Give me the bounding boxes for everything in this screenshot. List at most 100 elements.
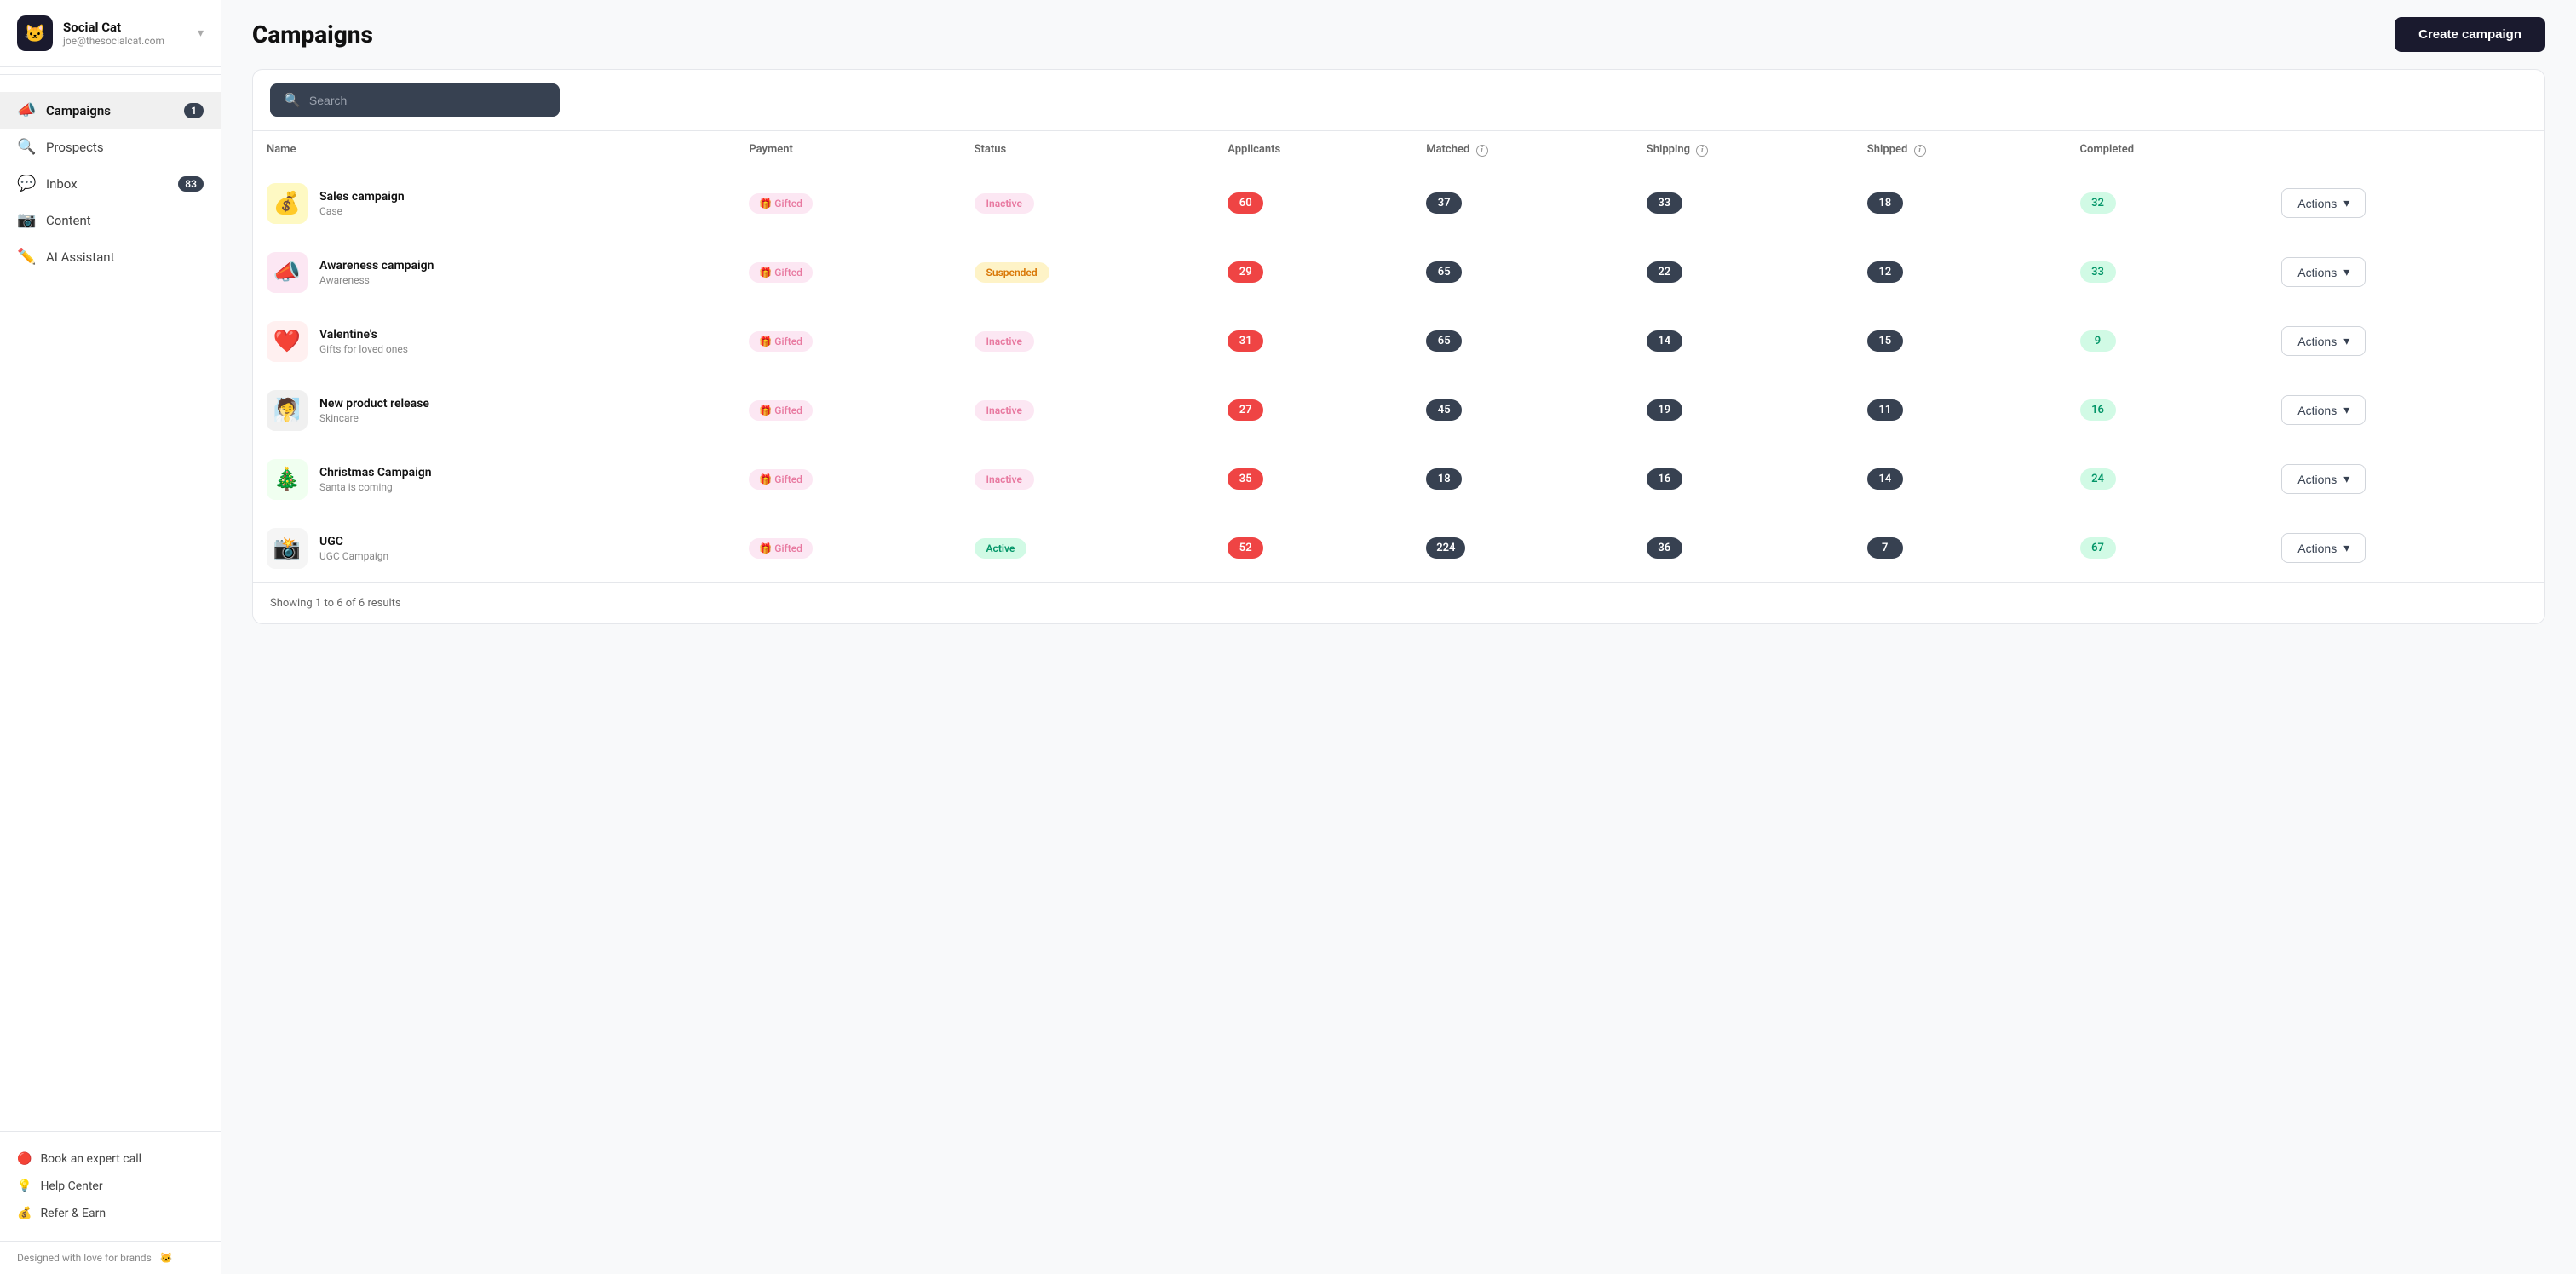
actions-button-4[interactable]: Actions ▾: [2281, 395, 2366, 425]
table-header-row: Name Payment Status Applicants Matched: [253, 131, 2544, 169]
campaign-completed-6: 67: [2067, 514, 2268, 582]
sidebar-bottom: 🔴 Book an expert call 💡 Help Center 💰 Re…: [0, 1131, 221, 1241]
shipped-info-icon: i: [1914, 145, 1926, 157]
sidebar-item-campaigns[interactable]: 📣 Campaigns 1: [0, 92, 221, 129]
gifted-badge-3: 🎁 Gifted: [749, 331, 813, 352]
footer-cat-icon: 🐱: [160, 1252, 173, 1264]
table-row: 💰 Sales campaign Case 🎁 Gifted Inactive …: [253, 169, 2544, 238]
campaign-matched-5: 18: [1412, 445, 1633, 514]
main-content: Campaigns Create campaign 🔍 Name: [221, 0, 2576, 1274]
ai-assistant-icon: ✏️: [17, 248, 36, 266]
sidebar: 🐱 Social Cat joe@thesocialcat.com ▾ 📣 Ca…: [0, 0, 221, 1274]
chevron-down-icon: ▾: [198, 26, 204, 40]
campaign-shipped-4: 11: [1854, 376, 2067, 445]
prospects-icon: 🔍: [17, 138, 36, 156]
actions-chevron-icon-4: ▾: [2343, 403, 2349, 417]
campaign-shipping-3: 14: [1633, 307, 1854, 376]
campaign-shipped-6: 7: [1854, 514, 2067, 582]
user-email: joe@thesocialcat.com: [63, 35, 187, 47]
col-shipped: Shipped i: [1854, 131, 2067, 169]
campaign-status-1: Inactive: [961, 169, 1215, 238]
campaign-subtitle-1: Case: [319, 205, 405, 217]
campaign-title-2: Awareness campaign: [319, 259, 434, 273]
sidebar-item-ai-assistant[interactable]: ✏️ AI Assistant: [0, 238, 221, 275]
gifted-badge-6: 🎁 Gifted: [749, 538, 813, 559]
sidebar-header[interactable]: 🐱 Social Cat joe@thesocialcat.com ▾: [0, 0, 221, 67]
col-status: Status: [961, 131, 1215, 169]
col-payment: Payment: [735, 131, 960, 169]
actions-button-1[interactable]: Actions ▾: [2281, 188, 2366, 218]
campaign-title-5: Christmas Campaign: [319, 466, 432, 479]
campaign-shipping-5: 16: [1633, 445, 1854, 514]
shipping-info-icon: i: [1696, 145, 1708, 157]
applicants-badge-2: 29: [1228, 261, 1263, 283]
inbox-badge: 83: [178, 176, 204, 192]
book-expert-call[interactable]: 🔴 Book an expert call: [17, 1145, 204, 1173]
search-input[interactable]: [309, 94, 546, 107]
sidebar-item-content[interactable]: 📷 Content: [0, 202, 221, 238]
campaign-title-1: Sales campaign: [319, 190, 405, 204]
campaign-matched-3: 65: [1412, 307, 1633, 376]
campaign-matched-2: 65: [1412, 238, 1633, 307]
campaigns-table: Name Payment Status Applicants Matched: [253, 131, 2544, 582]
campaign-shipped-3: 15: [1854, 307, 2067, 376]
matched-badge-2: 65: [1426, 261, 1462, 283]
shipping-badge-3: 14: [1647, 330, 1682, 352]
shipped-badge-5: 14: [1867, 468, 1903, 490]
actions-button-6[interactable]: Actions ▾: [2281, 533, 2366, 563]
completed-badge-5: 24: [2080, 468, 2116, 490]
shipping-badge-6: 36: [1647, 537, 1682, 559]
campaign-matched-4: 45: [1412, 376, 1633, 445]
content-icon: 📷: [17, 211, 36, 229]
help-center[interactable]: 💡 Help Center: [17, 1173, 204, 1200]
campaign-payment-6: 🎁 Gifted: [735, 514, 960, 582]
shipping-badge-2: 22: [1647, 261, 1682, 283]
campaign-shipping-1: 33: [1633, 169, 1854, 238]
table-body: 💰 Sales campaign Case 🎁 Gifted Inactive …: [253, 169, 2544, 582]
campaign-shipped-2: 12: [1854, 238, 2067, 307]
book-call-label: Book an expert call: [40, 1152, 141, 1166]
campaign-name-cell-5: 🎄 Christmas Campaign Santa is coming: [253, 445, 735, 514]
campaign-emoji-5: 🎄: [267, 459, 308, 500]
campaign-name-cell-1: 💰 Sales campaign Case: [253, 169, 735, 238]
campaign-emoji-3: ❤️: [267, 321, 308, 362]
status-badge-3: Inactive: [975, 331, 1034, 352]
matched-info-icon: i: [1476, 145, 1488, 157]
matched-badge-6: 224: [1426, 537, 1465, 559]
actions-button-3[interactable]: Actions ▾: [2281, 326, 2366, 356]
actions-button-5[interactable]: Actions ▾: [2281, 464, 2366, 494]
app-logo: 🐱: [17, 15, 53, 51]
sidebar-item-inbox[interactable]: 💬 Inbox 83: [0, 165, 221, 202]
campaign-actions-1: Actions ▾: [2268, 169, 2544, 238]
search-icon: 🔍: [284, 92, 301, 108]
gifted-badge-1: 🎁 Gifted: [749, 193, 813, 214]
completed-badge-6: 67: [2080, 537, 2116, 559]
help-icon: 💡: [17, 1179, 32, 1193]
sidebar-item-label: Inbox: [46, 176, 78, 192]
refer-earn[interactable]: 💰 Refer & Earn: [17, 1200, 204, 1227]
campaign-status-3: Inactive: [961, 307, 1215, 376]
matched-badge-4: 45: [1426, 399, 1462, 421]
status-badge-6: Active: [975, 538, 1027, 559]
top-bar: Campaigns Create campaign: [221, 0, 2576, 69]
actions-button-2[interactable]: Actions ▾: [2281, 257, 2366, 287]
campaign-status-2: Suspended: [961, 238, 1215, 307]
campaigns-icon: 📣: [17, 101, 36, 119]
footer-text: Designed with love for brands: [17, 1252, 152, 1264]
actions-chevron-icon-6: ▾: [2343, 541, 2349, 555]
campaign-applicants-2: 29: [1214, 238, 1412, 307]
campaign-completed-4: 16: [2067, 376, 2268, 445]
table-row: 📸 UGC UGC Campaign 🎁 Gifted Active 52 22…: [253, 514, 2544, 582]
sidebar-footer: Designed with love for brands 🐱: [0, 1241, 221, 1274]
campaign-matched-1: 37: [1412, 169, 1633, 238]
campaigns-badge: 1: [184, 103, 204, 118]
page-title: Campaigns: [252, 20, 373, 49]
campaign-title-4: New product release: [319, 397, 429, 410]
content-area: 🔍 Name Payment Status: [221, 69, 2576, 1274]
campaign-emoji-4: 🧖: [267, 390, 308, 431]
sidebar-item-prospects[interactable]: 🔍 Prospects: [0, 129, 221, 165]
campaign-emoji-1: 💰: [267, 183, 308, 224]
create-campaign-button[interactable]: Create campaign: [2395, 17, 2545, 52]
campaign-title-6: UGC: [319, 535, 388, 548]
sidebar-item-label: Content: [46, 213, 91, 228]
